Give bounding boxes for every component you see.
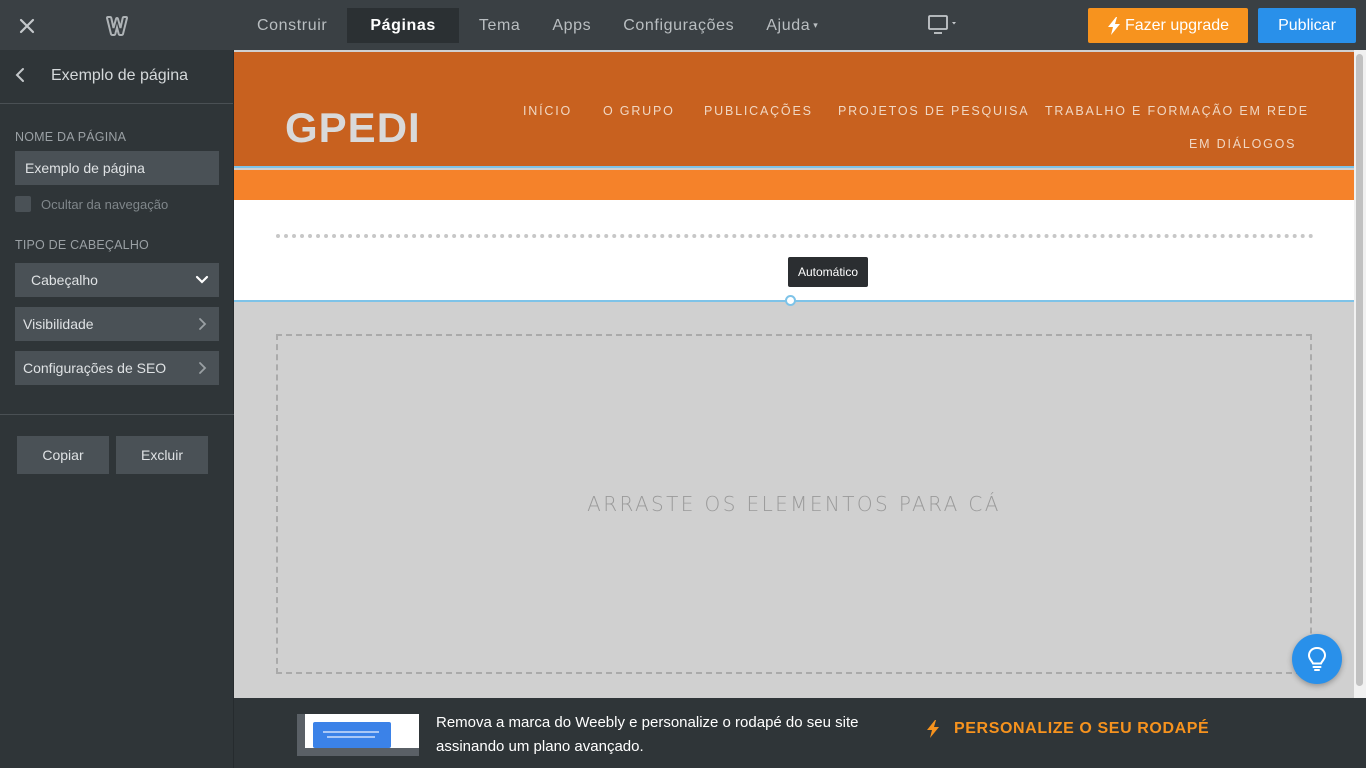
- upgrade-button[interactable]: Fazer upgrade: [1088, 8, 1248, 43]
- editor-canvas: GPEDI INÍCIO O GRUPO PUBLICAÇÕES PROJETO…: [234, 50, 1366, 698]
- tab-ajuda[interactable]: Ajuda ▾: [754, 8, 830, 43]
- footer-promo-bar: Remova a marca do Weebly e personalize o…: [234, 698, 1366, 768]
- visibility-row[interactable]: Visibilidade: [15, 307, 219, 341]
- publish-button[interactable]: Publicar: [1258, 8, 1356, 43]
- main-nav: Construir Páginas Tema Apps Configuraçõe…: [245, 8, 838, 43]
- site-nav-o-grupo[interactable]: O GRUPO: [603, 104, 675, 118]
- page-name-label: NOME DA PÁGINA: [15, 130, 127, 144]
- customize-footer-link[interactable]: PERSONALIZE O SEU RODAPÉ: [926, 720, 1209, 738]
- desktop-icon[interactable]: [925, 14, 965, 38]
- drop-zone[interactable]: ARRASTE OS ELEMENTOS PARA CÁ: [276, 334, 1312, 674]
- header-type-select[interactable]: Cabeçalho: [15, 263, 219, 297]
- tab-ajuda-label: Ajuda: [766, 17, 811, 34]
- chevron-right-icon: [199, 318, 207, 330]
- header-spacer-section[interactable]: Automático: [234, 200, 1354, 302]
- chevron-right-icon: [199, 362, 207, 374]
- customize-footer-label: PERSONALIZE O SEU RODAPÉ: [954, 720, 1210, 737]
- hide-nav-checkbox[interactable]: [15, 196, 31, 212]
- hide-nav-label: Ocultar da navegação: [41, 196, 169, 212]
- site-nav-trabalho[interactable]: TRABALHO E FORMAÇÃO EM REDE: [1045, 104, 1309, 118]
- visibility-label: Visibilidade: [23, 316, 94, 332]
- divider-line: [276, 234, 1314, 238]
- header-type-value: Cabeçalho: [31, 272, 98, 288]
- page-name-input[interactable]: [15, 151, 219, 185]
- seo-settings-label: Configurações de SEO: [23, 360, 167, 376]
- page-settings-sidebar: Exemplo de página NOME DA PÁGINA Ocultar…: [0, 50, 234, 768]
- site-nav-dialogos[interactable]: EM DIÁLOGOS: [1189, 137, 1296, 151]
- site-title[interactable]: GPEDI: [285, 104, 421, 152]
- footer-preview-image: [297, 714, 419, 756]
- back-icon[interactable]: [12, 66, 30, 84]
- lightbulb-icon[interactable]: [1292, 634, 1342, 684]
- weebly-logo[interactable]: [104, 13, 130, 39]
- upgrade-label: Fazer upgrade: [1124, 16, 1230, 34]
- site-nav-inicio[interactable]: INÍCIO: [523, 104, 572, 118]
- close-icon[interactable]: [14, 13, 40, 39]
- bolt-icon: [927, 720, 939, 738]
- header-type-label: TIPO DE CABEÇALHO: [15, 238, 149, 252]
- bolt-icon: [1107, 16, 1120, 35]
- site-nav-publicacoes[interactable]: PUBLICAÇÕES: [704, 104, 813, 118]
- hide-nav-option[interactable]: Ocultar da navegação: [15, 196, 168, 212]
- seo-settings-row[interactable]: Configurações de SEO: [15, 351, 219, 385]
- site-nav-projetos[interactable]: PROJETOS DE PESQUISA: [838, 104, 1029, 118]
- delete-button[interactable]: Excluir: [116, 436, 208, 474]
- tab-tema[interactable]: Tema: [467, 8, 533, 43]
- header-band: [234, 170, 1354, 200]
- sidebar-title: Exemplo de página: [51, 67, 188, 84]
- footer-promo-text: Remova a marca do Weebly e personalize o…: [436, 714, 859, 755]
- scrollbar-thumb[interactable]: [1356, 54, 1363, 686]
- resize-handle[interactable]: [785, 295, 796, 306]
- tab-configuracoes[interactable]: Configurações: [611, 8, 746, 43]
- sidebar-header: Exemplo de página: [0, 50, 233, 104]
- site-header[interactable]: GPEDI INÍCIO O GRUPO PUBLICAÇÕES PROJETO…: [234, 52, 1354, 168]
- chevron-down-icon: [195, 275, 209, 284]
- tab-apps[interactable]: Apps: [540, 8, 603, 43]
- caret-down-icon: ▾: [813, 20, 819, 30]
- canvas-scrollbar[interactable]: [1354, 50, 1366, 698]
- drop-zone-text: ARRASTE OS ELEMENTOS PARA CÁ: [587, 492, 1001, 516]
- top-bar: Construir Páginas Tema Apps Configuraçõe…: [0, 0, 1366, 50]
- tab-construir[interactable]: Construir: [245, 8, 339, 43]
- tab-paginas[interactable]: Páginas: [347, 8, 459, 43]
- sidebar-divider: [0, 414, 234, 415]
- copy-button[interactable]: Copiar: [17, 436, 109, 474]
- height-tooltip: Automático: [788, 257, 868, 287]
